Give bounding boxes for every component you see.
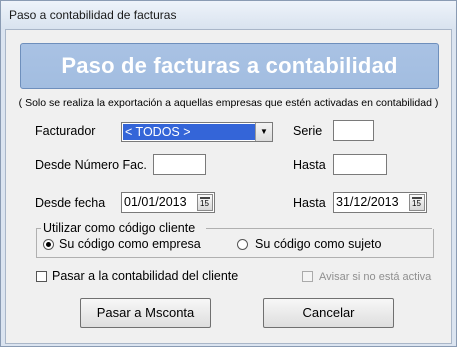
hasta-numero-input[interactable] bbox=[333, 154, 387, 175]
serie-label: Serie bbox=[293, 124, 323, 138]
chevron-down-icon[interactable]: ▼ bbox=[255, 123, 272, 141]
window-title: Paso a contabilidad de facturas bbox=[9, 8, 177, 22]
banner-title: Paso de facturas a contabilidad bbox=[20, 43, 439, 89]
hasta-numero-label: Hasta bbox=[293, 158, 326, 172]
dialog-body: Paso de facturas a contabilidad ( Solo s… bbox=[5, 29, 452, 344]
serie-input[interactable] bbox=[333, 120, 374, 141]
avisar-checkbox[interactable] bbox=[302, 271, 313, 282]
calendar-icon[interactable]: 15 bbox=[197, 194, 213, 211]
calendar-icon[interactable]: 15 bbox=[409, 194, 425, 211]
dialog-window: Paso a contabilidad de facturas Paso de … bbox=[0, 0, 457, 347]
radio-su-codigo-empresa[interactable] bbox=[43, 239, 54, 250]
desde-fecha-label: Desde fecha bbox=[35, 196, 106, 210]
radio-su-codigo-sujeto[interactable] bbox=[237, 239, 248, 250]
desde-fecha-input[interactable]: 01/01/2013 15 bbox=[121, 192, 215, 213]
codigo-cliente-legend: Utilizar como código cliente bbox=[41, 221, 198, 235]
pasar-contabilidad-checkbox[interactable] bbox=[36, 271, 47, 282]
desde-numero-label: Desde Número Fac. bbox=[35, 158, 147, 172]
calendar-day-number: 15 bbox=[412, 199, 421, 208]
radio-sujeto-label[interactable]: Su código como sujeto bbox=[255, 237, 381, 251]
hasta-fecha-value: 31/12/2013 bbox=[336, 195, 399, 209]
desde-fecha-value: 01/01/2013 bbox=[124, 195, 187, 209]
pasar-contabilidad-label[interactable]: Pasar a la contabilidad del cliente bbox=[52, 269, 238, 283]
cancel-button[interactable]: Cancelar bbox=[263, 298, 394, 328]
hasta-fecha-input[interactable]: 31/12/2013 15 bbox=[333, 192, 427, 213]
facturador-label: Facturador bbox=[35, 124, 96, 138]
facturador-select[interactable]: < TODOS > ▼ bbox=[121, 122, 273, 142]
pasar-msconta-button[interactable]: Pasar a Msconta bbox=[80, 298, 211, 328]
title-bar[interactable]: Paso a contabilidad de facturas bbox=[1, 1, 456, 29]
hasta-fecha-label: Hasta bbox=[293, 196, 326, 210]
calendar-day-number: 15 bbox=[200, 199, 209, 208]
export-note: ( Solo se realiza la exportación a aquel… bbox=[18, 97, 439, 109]
facturador-selected-value: < TODOS > bbox=[123, 124, 255, 140]
desde-numero-input[interactable] bbox=[153, 154, 206, 175]
avisar-label: Avisar si no está activa bbox=[319, 271, 432, 283]
radio-empresa-label[interactable]: Su código como empresa bbox=[59, 237, 201, 251]
